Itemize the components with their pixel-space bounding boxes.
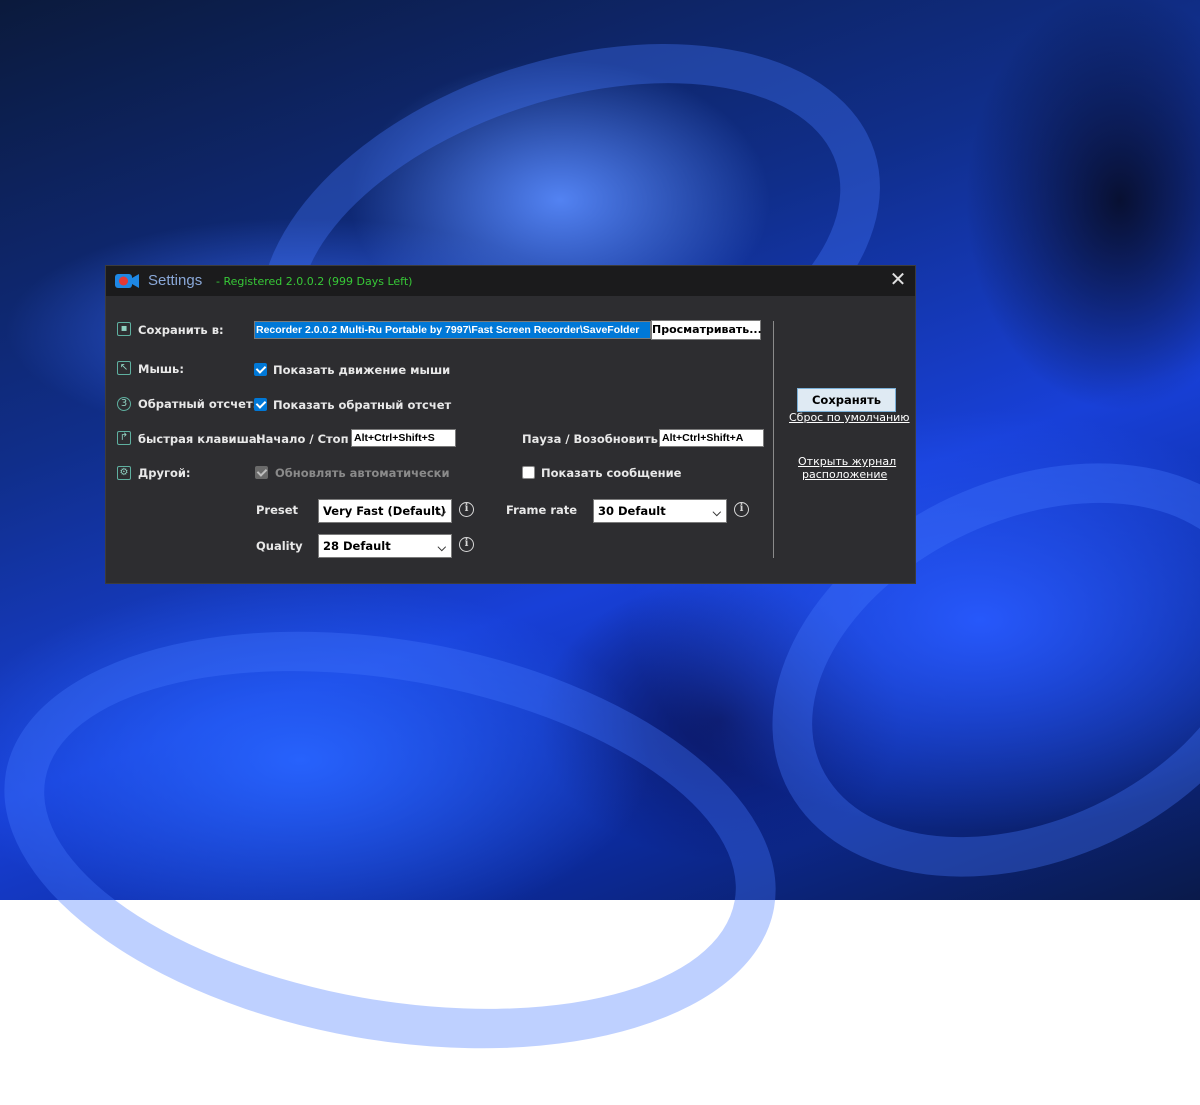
vertical-divider [773, 321, 774, 558]
open-log-link-line1[interactable]: Открыть журнал [798, 455, 896, 468]
countdown-label: Обратный отсчет: [138, 397, 258, 411]
start-stop-hotkey-input[interactable]: Alt+Ctrl+Shift+S [351, 429, 456, 447]
quality-label: Quality [256, 539, 303, 553]
save-button[interactable]: Сохранять [797, 388, 896, 412]
chevron-down-icon: ⌵ [437, 506, 446, 519]
settings-window: Settings - Registered 2.0.0.2 (999 Days … [105, 265, 916, 584]
quality-info-icon[interactable]: i [459, 537, 474, 552]
auto-update-label: Обновлять автоматически [275, 466, 450, 480]
quality-value: 28 Default [323, 539, 391, 553]
registration-status: - Registered 2.0.0.2 (999 Days Left) [216, 275, 413, 288]
title-bar[interactable]: Settings - Registered 2.0.0.2 (999 Days … [106, 266, 915, 296]
camera-icon [115, 274, 139, 288]
hotkey-label: быстрая клавиша: [138, 432, 262, 446]
show-mouse-checkbox[interactable] [254, 363, 267, 376]
arrow-icon: ↱ [117, 431, 131, 445]
close-icon: ✕ [889, 267, 907, 291]
cursor-icon: ↖ [117, 361, 131, 375]
floppy-icon: ▪ [117, 322, 131, 336]
quality-select[interactable]: 28 Default ⌵ [318, 534, 452, 558]
pause-resume-label: Пауза / Возобновить [522, 432, 658, 446]
preset-info-icon[interactable]: i [459, 502, 474, 517]
window-title: Settings [148, 272, 203, 289]
show-message-label[interactable]: Показать сообщение [541, 466, 681, 480]
open-log-link-line2[interactable]: расположение [802, 468, 887, 481]
show-mouse-label[interactable]: Показать движение мыши [273, 363, 450, 377]
gear-icon: ⚙ [117, 466, 131, 480]
chevron-down-icon: ⌵ [437, 541, 446, 554]
show-message-checkbox[interactable] [522, 466, 535, 479]
framerate-select[interactable]: 30 Default ⌵ [593, 499, 727, 523]
preset-label: Preset [256, 503, 299, 517]
browse-button[interactable]: Просматривать... [651, 320, 762, 340]
show-countdown-checkbox[interactable] [254, 398, 267, 411]
framerate-label: Frame rate [506, 503, 578, 517]
other-label: Другой: [138, 466, 191, 480]
close-button[interactable]: ✕ [886, 268, 910, 292]
save-path-input[interactable]: Recorder 2.0.0.2 Multi-Ru Portable by 79… [254, 321, 651, 339]
framerate-value: 30 Default [598, 504, 666, 518]
auto-update-checkbox [255, 466, 268, 479]
framerate-info-icon[interactable]: i [734, 502, 749, 517]
reset-defaults-link[interactable]: Сброс по умолчанию [789, 411, 910, 424]
chevron-down-icon: ⌵ [712, 506, 721, 519]
preset-value: Very Fast (Default) [323, 504, 446, 518]
mouse-label: Мышь: [138, 362, 184, 376]
preset-select[interactable]: Very Fast (Default) ⌵ [318, 499, 452, 523]
pause-resume-hotkey-input[interactable]: Alt+Ctrl+Shift+A [659, 429, 764, 447]
save-to-label: Сохранить в: [138, 323, 224, 337]
countdown-icon: 3 [117, 397, 131, 411]
wallpaper-swirl [0, 575, 809, 1105]
show-countdown-label[interactable]: Показать обратный отсчет [273, 398, 451, 412]
start-stop-label: Начало / Стоп [256, 432, 349, 446]
